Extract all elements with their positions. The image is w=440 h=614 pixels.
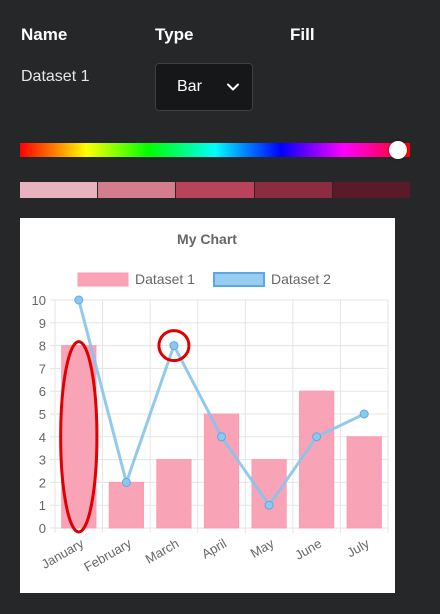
point-june bbox=[312, 432, 322, 442]
y-tick-label: 8 bbox=[39, 339, 46, 354]
x-tick-label-may: May bbox=[248, 535, 277, 561]
y-tick-label: 5 bbox=[39, 407, 46, 422]
fill-column-header: Fill bbox=[290, 25, 315, 44]
point-april bbox=[217, 432, 226, 442]
y-tick-label: 3 bbox=[39, 453, 46, 468]
legend-swatch-dataset-2 bbox=[213, 272, 265, 287]
chart-type-value: Bar bbox=[177, 78, 202, 95]
legend-swatch-dataset-1 bbox=[77, 272, 129, 287]
point-may bbox=[264, 500, 274, 510]
chart-card: My Chart Dataset 1 Dataset 2 0 1 2 3 4 5 6 7 8 9 10 Ja… bbox=[20, 218, 395, 593]
bar-may bbox=[251, 459, 287, 529]
y-tick-label: 1 bbox=[39, 498, 46, 513]
color-swatch-palette bbox=[20, 182, 411, 198]
point-february bbox=[121, 477, 131, 487]
y-tick-label: 4 bbox=[39, 430, 46, 445]
point-january bbox=[74, 295, 84, 305]
bar-march bbox=[156, 459, 192, 529]
type-column-header: Type bbox=[155, 25, 194, 44]
y-tick-label: 0 bbox=[39, 521, 46, 536]
chart-canvas: My Chart Dataset 1 Dataset 2 0 1 2 3 4 5 6 7 8 9 10 Ja… bbox=[32, 231, 389, 575]
y-tick-label: 9 bbox=[39, 316, 46, 331]
name-column-header: Name bbox=[21, 25, 68, 44]
y-tick-label: 2 bbox=[39, 475, 46, 490]
bar-june bbox=[299, 390, 335, 529]
y-tick-label: 10 bbox=[32, 293, 46, 308]
x-tick-label-march: March bbox=[143, 536, 182, 567]
dataset-name-label: Dataset 1 bbox=[21, 68, 90, 85]
color-swatch-2[interactable] bbox=[98, 182, 176, 198]
x-tick-label-april: April bbox=[199, 536, 229, 562]
chevron-down-icon bbox=[226, 80, 240, 99]
x-tick-label-july: July bbox=[344, 535, 372, 560]
chart-type-select[interactable]: Bar bbox=[155, 63, 253, 111]
legend-label-dataset-1: Dataset 1 bbox=[135, 271, 195, 287]
bar-july bbox=[346, 436, 382, 529]
y-tick-label: 6 bbox=[39, 384, 46, 399]
point-march bbox=[169, 341, 179, 351]
color-swatch-5[interactable] bbox=[332, 182, 411, 198]
x-tick-label-june: June bbox=[292, 536, 324, 563]
x-tick-label-january: January bbox=[39, 535, 87, 571]
hue-slider-track[interactable] bbox=[20, 143, 410, 157]
x-tick-label-february: February bbox=[81, 535, 134, 574]
bar-april bbox=[203, 413, 240, 529]
chart-title: My Chart bbox=[177, 231, 237, 247]
color-swatch-3[interactable] bbox=[176, 182, 254, 198]
bar-february bbox=[108, 481, 144, 529]
y-tick-label: 7 bbox=[39, 361, 46, 376]
legend-label-dataset-2: Dataset 2 bbox=[271, 271, 331, 287]
point-july bbox=[359, 409, 369, 419]
color-swatch-4[interactable] bbox=[254, 182, 332, 198]
color-swatch-1[interactable] bbox=[20, 182, 98, 198]
